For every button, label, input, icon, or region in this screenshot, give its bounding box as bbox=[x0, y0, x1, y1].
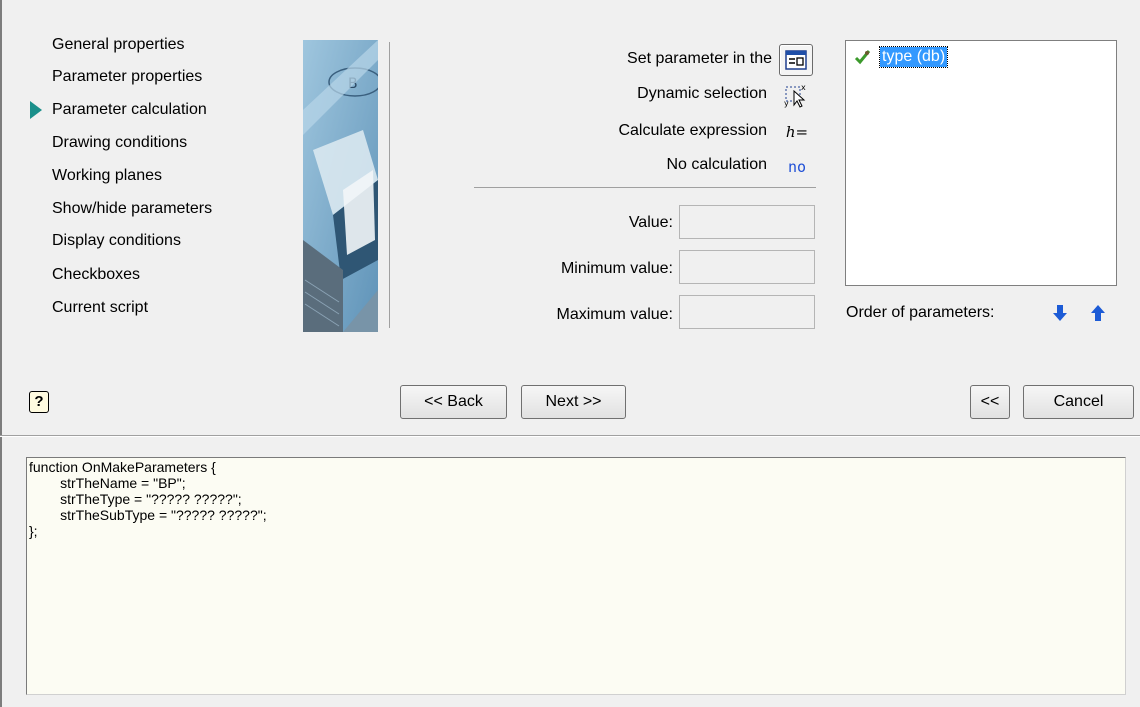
back-button[interactable]: << Back bbox=[400, 385, 507, 419]
script-editor[interactable]: function OnMakeParameters { strTheName =… bbox=[26, 457, 1126, 695]
section-divider-highlight bbox=[0, 436, 1140, 437]
window-left-border bbox=[0, 0, 2, 707]
dynamic-selection-label: Dynamic selection bbox=[637, 85, 767, 102]
nav-item-show-hide-parameters[interactable]: Show/hide parameters bbox=[52, 200, 212, 218]
svg-text:x: x bbox=[801, 83, 806, 92]
move-down-button[interactable] bbox=[1050, 301, 1070, 325]
nav-item-parameter-calculation[interactable]: Parameter calculation bbox=[52, 101, 207, 119]
arrow-up-icon bbox=[1091, 305, 1105, 321]
nav-item-working-planes[interactable]: Working planes bbox=[52, 167, 162, 185]
options-divider bbox=[474, 187, 816, 188]
vertical-divider bbox=[389, 42, 390, 328]
current-step-arrow-icon bbox=[30, 101, 42, 119]
decorative-building-image: B bbox=[303, 40, 378, 332]
nav-item-checkboxes[interactable]: Checkboxes bbox=[52, 266, 140, 284]
help-button[interactable]: ? bbox=[29, 391, 49, 413]
value-field[interactable] bbox=[679, 205, 815, 239]
nav-item-display-conditions[interactable]: Display conditions bbox=[52, 232, 181, 250]
value-label: Value: bbox=[628, 214, 673, 231]
no-calculation-label: No calculation bbox=[666, 156, 768, 173]
cancel-button[interactable]: Cancel bbox=[1023, 385, 1134, 419]
dynamic-selection-icon: x y bbox=[784, 83, 806, 108]
arrow-down-icon bbox=[1053, 305, 1067, 321]
maximum-value-field[interactable] bbox=[679, 295, 815, 329]
nav-item-drawing-conditions[interactable]: Drawing conditions bbox=[52, 134, 187, 152]
set-parameter-button[interactable] bbox=[779, 44, 813, 76]
order-of-parameters-label: Order of parameters: bbox=[846, 304, 995, 321]
parameter-table-icon bbox=[785, 50, 807, 70]
next-button[interactable]: Next >> bbox=[521, 385, 626, 419]
script-text: function OnMakeParameters { strTheName =… bbox=[29, 459, 267, 539]
nav-item-parameter-properties[interactable]: Parameter properties bbox=[52, 68, 202, 86]
no-calculation-button[interactable]: no bbox=[780, 155, 814, 179]
expression-icon: h= bbox=[785, 123, 809, 141]
maximum-value-label: Maximum value: bbox=[556, 306, 673, 323]
minimum-value-label: Minimum value: bbox=[560, 260, 673, 277]
parameters-list[interactable]: type (db) bbox=[845, 40, 1117, 286]
collapse-button[interactable]: << bbox=[970, 385, 1010, 419]
calculate-expression-button[interactable]: h= bbox=[782, 120, 812, 144]
list-item-label: type (db) bbox=[878, 46, 949, 68]
no-calculation-icon: no bbox=[787, 158, 807, 176]
set-parameter-label: Set parameter in the bbox=[627, 50, 772, 67]
nav-item-current-script[interactable]: Current script bbox=[52, 299, 148, 317]
svg-text:y: y bbox=[784, 99, 789, 108]
calculate-expression-label: Calculate expression bbox=[618, 122, 767, 139]
dynamic-selection-button[interactable]: x y bbox=[780, 80, 812, 110]
move-up-button[interactable] bbox=[1088, 301, 1108, 325]
checkmark-icon bbox=[854, 50, 871, 65]
list-item[interactable]: type (db) bbox=[854, 46, 949, 68]
minimum-value-field[interactable] bbox=[679, 250, 815, 284]
nav-item-general-properties[interactable]: General properties bbox=[52, 36, 185, 54]
